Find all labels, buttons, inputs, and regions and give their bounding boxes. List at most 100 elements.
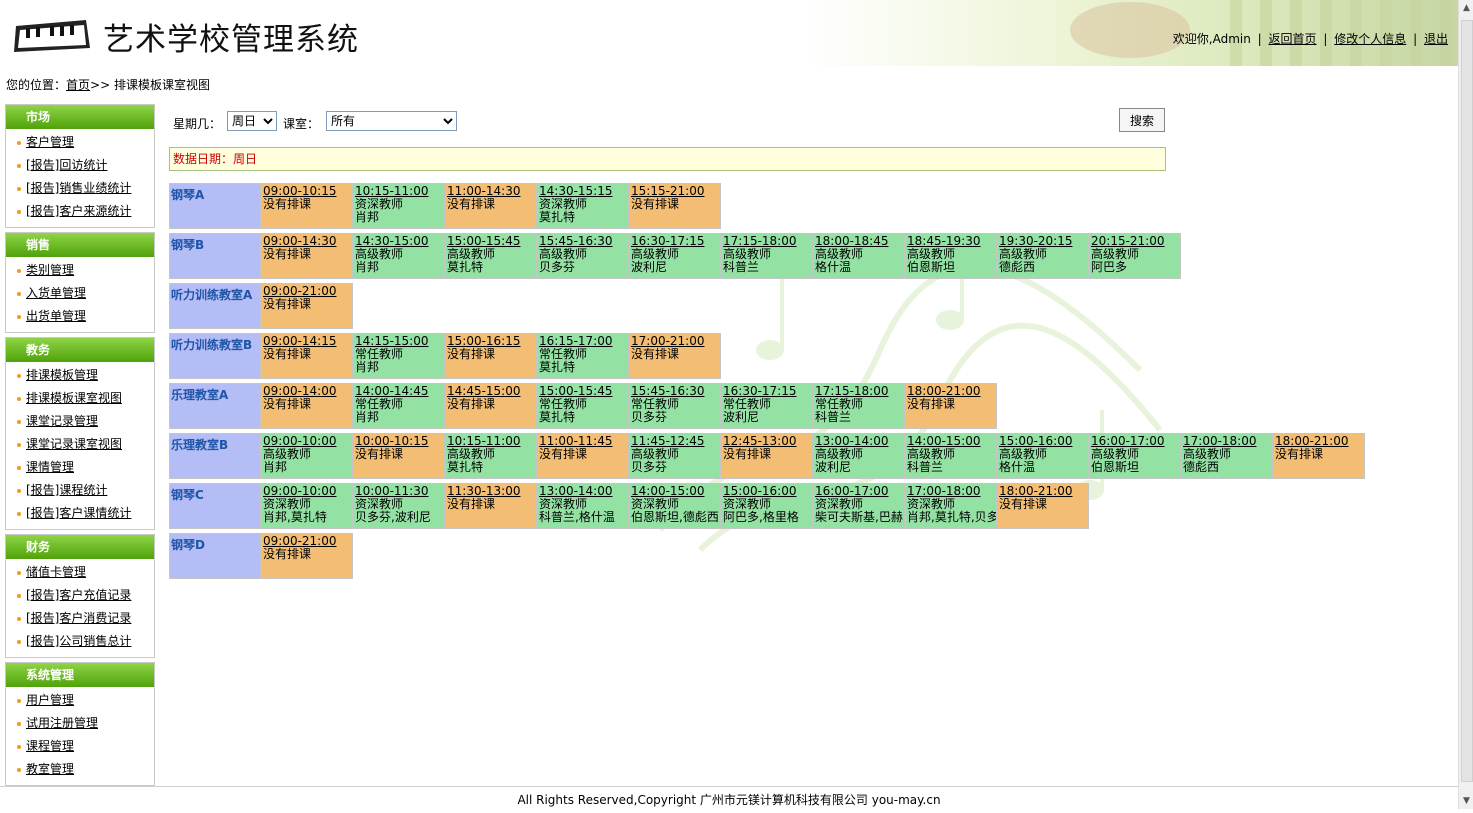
sidebar-item-link[interactable]: 出货单管理 (26, 309, 86, 323)
slot-student: 肖邦 (355, 360, 380, 374)
free-slot: 18:00-21:00 没有排课 (1273, 433, 1365, 479)
room-label: 课室： (283, 117, 320, 131)
scroll-down-arrow-icon[interactable]: ▼ (1459, 793, 1473, 809)
sidebar-item-link[interactable]: [报告]客户课情统计 (26, 506, 131, 520)
sidebar-item-link[interactable]: 教室管理 (26, 762, 74, 776)
booked-slot: 09:00-10:00 高级教师 肖邦 (261, 433, 353, 479)
slot-status: 没有排课 (447, 347, 496, 361)
slot-status: 没有排课 (723, 447, 772, 461)
booked-slot: 15:00-15:45 常任教师 莫扎特 (537, 383, 629, 429)
free-slot: 10:00-10:15 没有排课 (353, 433, 445, 479)
slot-student: 贝多芬 (631, 410, 668, 424)
slot-student: 肖邦 (355, 210, 380, 224)
welcome-text: 欢迎你,Admin (1172, 32, 1251, 46)
sidebar-item-link[interactable]: 入货单管理 (26, 286, 86, 300)
sidebar-item-link[interactable]: [报告]销售业绩统计 (26, 181, 131, 195)
breadcrumb-home-link[interactable]: 首页 (66, 78, 90, 92)
day-label: 星期几： (173, 117, 222, 131)
slot-status: 没有排课 (999, 497, 1048, 511)
room-select[interactable]: 所有 (326, 111, 457, 131)
menu-group-title: 市场 (6, 105, 154, 129)
booked-slot: 17:00-18:00 高级教师 德彪西 (1181, 433, 1273, 479)
sidebar-item: 课堂记录管理 (6, 410, 154, 433)
booked-slot: 10:15-11:00 高级教师 莫扎特 (445, 433, 537, 479)
slot-status: 没有排课 (447, 197, 496, 211)
edit-profile-link[interactable]: 修改个人信息 (1334, 32, 1406, 46)
sidebar-item: [报告]公司销售总计 (6, 630, 154, 653)
free-slot: 09:00-14:00 没有排课 (261, 383, 353, 429)
slot-student: 肖邦,莫扎特,贝多 (907, 510, 997, 524)
slot-student: 莫扎特 (447, 260, 484, 274)
vertical-scrollbar[interactable]: ▲ ▼ (1458, 0, 1473, 809)
free-slot: 12:45-13:00 没有排课 (721, 433, 813, 479)
slot-status: 没有排课 (631, 347, 680, 361)
sidebar-item-link[interactable]: 排课模板课室视图 (26, 391, 122, 405)
home-link[interactable]: 返回首页 (1269, 32, 1317, 46)
sidebar-item-link[interactable]: [报告]回访统计 (26, 158, 107, 172)
sidebar-item: 储值卡管理 (6, 561, 154, 584)
sidebar-item: [报告]回访统计 (6, 154, 154, 177)
booked-slot: 11:45-12:45 高级教师 贝多芬 (629, 433, 721, 479)
slot-student: 德彪西 (999, 260, 1036, 274)
booked-slot: 16:30-17:15 常任教师 波利尼 (721, 383, 813, 429)
slot-status: 没有排课 (907, 397, 956, 411)
menu-group: 销售 类别管理 入货单管理 出货单管理 (5, 232, 155, 333)
slot-student: 阿巴多,格里格 (723, 510, 799, 524)
sidebar: 市场 客户管理 [报告]回访统计 [报告]销售业绩统计 [报告]客户来源统计 销售 类别管理… (5, 104, 155, 790)
sidebar-item: 出货单管理 (6, 305, 154, 328)
sidebar-item-link[interactable]: 类别管理 (26, 263, 74, 277)
sidebar-item-link[interactable]: 试用注册管理 (26, 716, 98, 730)
sidebar-item-link[interactable]: [报告]客户充值记录 (26, 588, 131, 602)
scrollbar-thumb[interactable] (1461, 20, 1473, 782)
booked-slot: 15:45-16:30 高级教师 贝多芬 (537, 233, 629, 279)
booked-slot: 15:00-16:00 高级教师 格什温 (997, 433, 1089, 479)
sidebar-item: 排课模板管理 (6, 364, 154, 387)
sidebar-item-link[interactable]: 储值卡管理 (26, 565, 86, 579)
slot-student: 科普兰 (907, 460, 944, 474)
room-name: 钢琴B (169, 233, 261, 279)
sidebar-item-link[interactable]: 客户管理 (26, 135, 74, 149)
booked-slot: 17:00-18:00 资深教师 肖邦,莫扎特,贝多 (905, 483, 997, 529)
search-button[interactable]: 搜索 (1119, 108, 1165, 132)
sidebar-item-link[interactable]: [报告]客户消费记录 (26, 611, 131, 625)
room-name: 钢琴D (169, 533, 261, 579)
sidebar-item: 类别管理 (6, 259, 154, 282)
sidebar-item-link[interactable]: 课情管理 (26, 460, 74, 474)
sidebar-item: 排课模板课室视图 (6, 387, 154, 410)
day-select[interactable]: 周日 (227, 111, 277, 131)
booked-slot: 14:15-15:00 常任教师 肖邦 (353, 333, 445, 379)
slot-status: 没有排课 (263, 297, 312, 311)
sidebar-item-link[interactable]: [报告]课程统计 (26, 483, 107, 497)
booked-slot: 14:30-15:15 资深教师 莫扎特 (537, 183, 629, 229)
sidebar-item-link[interactable]: 排课模板管理 (26, 368, 98, 382)
sidebar-item-link[interactable]: 课堂记录课室视图 (26, 437, 122, 451)
slot-student: 莫扎特 (539, 410, 576, 424)
free-slot: 11:00-14:30 没有排课 (445, 183, 537, 229)
slot-status: 没有排课 (631, 197, 680, 211)
slot-student: 科普兰 (723, 260, 760, 274)
booked-slot: 17:15-18:00 常任教师 科普兰 (813, 383, 905, 429)
separator: | (1257, 32, 1262, 46)
slot-student: 伯恩斯坦 (1091, 460, 1140, 474)
slot-student: 肖邦,莫扎特 (263, 510, 327, 524)
sidebar-item-link[interactable]: 用户管理 (26, 693, 74, 707)
sidebar-item-link[interactable]: [报告]公司销售总计 (26, 634, 131, 648)
slot-student: 波利尼 (631, 260, 668, 274)
slot-student: 伯恩斯坦,德彪西 (631, 510, 719, 524)
free-slot: 11:30-13:00 没有排课 (445, 483, 537, 529)
booked-slot: 15:00-16:00 资深教师 阿巴多,格里格 (721, 483, 813, 529)
scroll-up-arrow-icon[interactable]: ▲ (1459, 0, 1473, 16)
sidebar-item-link[interactable]: 课堂记录管理 (26, 414, 98, 428)
free-slot: 09:00-14:30 没有排课 (261, 233, 353, 279)
slot-status: 没有排课 (263, 397, 312, 411)
user-bar: 欢迎你,Admin | 返回首页 | 修改个人信息 | 退出 (1173, 30, 1448, 47)
slot-status: 没有排课 (263, 197, 312, 211)
logout-link[interactable]: 退出 (1424, 32, 1448, 46)
free-slot: 09:00-21:00 没有排课 (261, 283, 353, 329)
sidebar-item-link[interactable]: 课程管理 (26, 739, 74, 753)
menu-group: 财务 储值卡管理 [报告]客户充值记录 [报告]客户消费记录 [报告]公司销售总计 (5, 534, 155, 658)
sidebar-item-link[interactable]: [报告]客户来源统计 (26, 204, 131, 218)
sidebar-item: [报告]客户充值记录 (6, 584, 154, 607)
slot-student: 科普兰,格什温 (539, 510, 615, 524)
free-slot: 09:00-21:00 没有排课 (261, 533, 353, 579)
